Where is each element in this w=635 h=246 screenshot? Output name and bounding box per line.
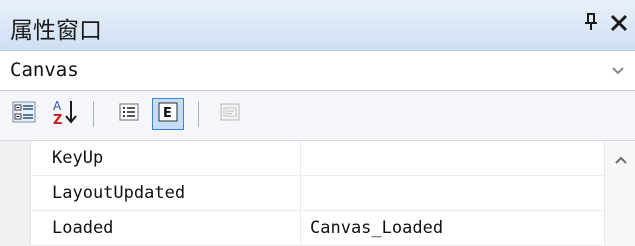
property-row-keyup[interactable]: KeyUp (30, 141, 603, 176)
close-button[interactable] (606, 9, 632, 39)
pin-button[interactable] (578, 9, 604, 39)
grid-gutter (0, 141, 31, 246)
sort-alphabetical-icon: A Z (50, 98, 78, 130)
chevron-down-icon[interactable] (610, 63, 626, 79)
close-icon (610, 10, 628, 38)
categorized-button[interactable] (8, 98, 40, 130)
column-divider (300, 141, 301, 175)
events-icon: E (157, 101, 179, 127)
pin-icon (583, 12, 599, 37)
vertical-scrollbar[interactable] (604, 141, 635, 246)
svg-text:A: A (53, 99, 62, 113)
toolbar-separator (93, 101, 94, 127)
property-pages-button[interactable] (214, 98, 246, 130)
property-row-loaded[interactable]: Loaded Canvas_Loaded (30, 211, 603, 246)
chevron-up-icon[interactable] (613, 153, 629, 167)
alphabetical-button[interactable]: A Z (48, 98, 80, 130)
property-toolbar: A Z E (0, 91, 635, 141)
property-name: LayoutUpdated (52, 183, 186, 203)
window-title: 属性窗口 (10, 18, 102, 44)
property-name: KeyUp (52, 148, 104, 168)
property-grid: KeyUp LayoutUpdated Loaded Canvas_Loaded (0, 141, 635, 246)
title-bar: 属性窗口 (0, 0, 635, 51)
svg-text:Z: Z (53, 113, 62, 126)
svg-text:E: E (163, 106, 172, 121)
properties-icon (118, 101, 140, 127)
properties-button[interactable] (113, 98, 145, 130)
events-button[interactable]: E (152, 98, 184, 130)
properties-panel: 属性窗口 Canvas A Z E KeyUp LayoutUpdated Lo… (0, 0, 635, 246)
column-divider (300, 211, 301, 245)
property-pages-icon (219, 101, 241, 127)
property-name: Loaded (52, 218, 114, 238)
property-row-layoutupdated[interactable]: LayoutUpdated (30, 176, 603, 211)
column-divider (300, 176, 301, 210)
object-selector[interactable]: Canvas (0, 51, 635, 91)
property-value[interactable]: Canvas_Loaded (310, 218, 443, 238)
categorized-icon (12, 100, 36, 128)
selected-object: Canvas (10, 59, 79, 81)
toolbar-separator (198, 101, 199, 127)
